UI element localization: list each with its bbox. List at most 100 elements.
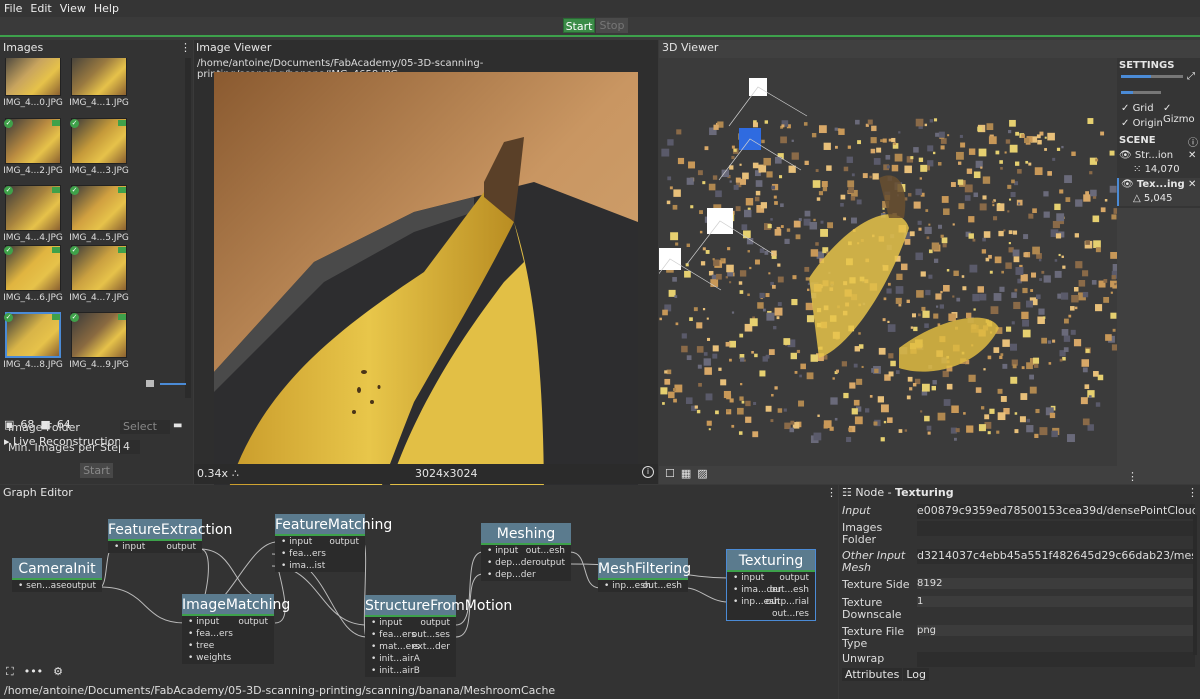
stop-button[interactable]: Stop [596, 18, 628, 33]
start-button[interactable]: Start [563, 18, 595, 33]
attributes-scrollbar[interactable] [1193, 515, 1197, 655]
port[interactable]: fea...ers [196, 629, 233, 639]
point-size-slider[interactable] [1121, 75, 1183, 78]
port[interactable]: tree [196, 641, 214, 651]
settings-gear-icon[interactable]: ⚙ [53, 665, 63, 679]
menu-edit[interactable]: Edit [26, 2, 55, 15]
port[interactable]: input [122, 542, 145, 552]
banana-photo[interactable] [214, 72, 638, 504]
thumbnail-size-slider[interactable] [146, 380, 188, 388]
attribute-value-field[interactable]: d3214037c4ebb45a551f482645d29c66dab23/me… [917, 549, 1195, 564]
port[interactable]: input [196, 617, 219, 627]
node-structurefrommotion[interactable]: StructureFromMotion • input output • fea.… [365, 595, 512, 677]
node-imagematching[interactable]: ImageMatching • input output • fea...ers … [182, 594, 290, 664]
port[interactable]: output [420, 617, 450, 629]
port[interactable]: output [535, 557, 565, 569]
scene-item-texturing-count: 5,045 [1143, 193, 1173, 204]
grid-toggle[interactable]: ✓ Grid [1121, 103, 1154, 114]
min-images-spinbox[interactable]: 4 [120, 440, 140, 454]
3d-menu-icon[interactable]: ⋮ [1127, 470, 1138, 483]
port[interactable]: dep...der [495, 570, 536, 580]
port[interactable]: init...airA [379, 654, 420, 664]
port[interactable]: output [166, 541, 196, 553]
port[interactable]: ext...der [412, 641, 450, 653]
scene-item-texturing[interactable]: 👁 Tex...ing △ 5,045 ✕ [1117, 178, 1200, 206]
attribute-value-field[interactable]: png [917, 625, 1195, 636]
tab-attributes[interactable]: Attributes [842, 668, 903, 681]
wireframe-mode-icon[interactable]: ▦ [681, 467, 691, 480]
info-icon[interactable]: i [642, 466, 654, 478]
port[interactable]: out...esh [643, 580, 682, 592]
scene-info-icon[interactable]: ⓘ [1188, 134, 1198, 149]
scene-item-sfm[interactable]: 👁 Str...ion [1119, 150, 1173, 161]
node-featurematching[interactable]: FeatureMatching • input output • fea...er… [275, 514, 392, 572]
thumbnail[interactable]: IMG_4...0.JPG [2, 58, 64, 116]
attribute-value-field[interactable] [917, 521, 1195, 536]
attribute-value-field[interactable] [917, 652, 1195, 667]
port[interactable]: out...esh [770, 584, 809, 596]
layout-icon[interactable]: ••• [24, 665, 43, 679]
port[interactable]: output [329, 536, 359, 548]
textured-mode-icon[interactable]: ▨ [697, 467, 707, 480]
port[interactable]: input [495, 546, 518, 556]
live-start-button[interactable]: Start [80, 463, 113, 478]
attribute-value-field[interactable]: e00879c9359ed78500153cea39d/densePointCl… [917, 504, 1195, 519]
port[interactable]: output [238, 616, 268, 628]
node-meshing[interactable]: Meshing • input out...esh • dep...der outp… [481, 523, 571, 581]
camera-scale-slider[interactable] [1121, 91, 1161, 94]
port[interactable]: input [289, 537, 312, 547]
3d-viewport[interactable] [659, 58, 1117, 466]
tab-log[interactable]: Log [903, 668, 929, 681]
node-meshfiltering[interactable]: MeshFiltering • inp...esh out...esh [598, 558, 691, 592]
port[interactable]: input [741, 573, 764, 583]
remove-texturing-icon[interactable]: ✕ [1188, 179, 1196, 190]
thumbnail[interactable]: ✓ IMG_4...7.JPG [68, 245, 130, 311]
thumbnail[interactable]: ✓ IMG_4...3.JPG [68, 118, 130, 184]
port[interactable]: init...airB [379, 666, 420, 676]
thumbnail[interactable]: ✓ IMG_4...8.JPG [2, 312, 64, 378]
fit-view-icon[interactable]: ⛶ [6, 665, 14, 679]
thumbnail[interactable]: IMG_4...1.JPG [68, 58, 130, 116]
port[interactable]: fea...ers [379, 630, 416, 640]
port[interactable]: dep...der [495, 558, 536, 568]
port[interactable]: out...esh [526, 545, 565, 557]
thumbnail[interactable]: ✓ IMG_4...9.JPG [68, 312, 130, 378]
thumbnails-scrollbar[interactable] [185, 58, 191, 398]
image-folder-input[interactable]: Select ... [120, 420, 170, 447]
port[interactable]: fea...ers [289, 549, 326, 559]
port[interactable]: output [779, 572, 809, 584]
node-panel-menu-icon[interactable]: ⋮ [1187, 486, 1198, 499]
node-texturing[interactable]: Texturing • input output • ima...der out..… [726, 549, 816, 621]
port[interactable]: out...ses [412, 629, 450, 641]
port[interactable]: outp...rial [766, 596, 809, 608]
attribute-value-field[interactable]: 1 [917, 596, 1195, 607]
fullscreen-icon[interactable]: ⤢ [1187, 71, 1195, 82]
remove-sfm-icon[interactable]: ✕ [1188, 150, 1196, 161]
port[interactable]: ima...ist [289, 561, 325, 571]
port[interactable]: sen...ase [26, 581, 66, 591]
thumbnail[interactable]: ✓ IMG_4...5.JPG [68, 185, 130, 251]
port[interactable]: output [66, 580, 96, 592]
port[interactable]: input [379, 618, 402, 628]
menu-file[interactable]: File [0, 2, 26, 15]
thumbnail[interactable]: ✓ IMG_4...4.JPG [2, 185, 64, 251]
settings-heading: SETTINGS [1119, 60, 1175, 71]
solid-mode-icon[interactable]: ☐ [665, 467, 675, 480]
port[interactable]: weights [196, 653, 231, 663]
menu-help[interactable]: Help [90, 2, 123, 15]
menu-view[interactable]: View [56, 2, 90, 15]
reconstructed-check-icon: ✓ [4, 246, 13, 255]
gizmo-toggle[interactable]: ✓ Gizmo [1163, 103, 1200, 125]
point-cloud-svg [659, 78, 1117, 444]
node-camerainit[interactable]: CameraInit • sen...ase output [12, 558, 102, 592]
graph-editor-panel: Graph Editor ⋮ CameraInit • sen...ase out… [0, 485, 838, 699]
folder-icon[interactable]: ▬ [173, 420, 182, 431]
thumbnail[interactable]: ✓ IMG_4...6.JPG [2, 245, 64, 311]
node-featureextraction[interactable]: FeatureExtraction • input output [108, 519, 232, 553]
attribute-value-field[interactable]: 8192 [917, 578, 1195, 589]
port[interactable]: out...res [772, 608, 809, 620]
images-menu-icon[interactable]: ⋮ [180, 40, 191, 56]
origin-toggle[interactable]: ✓ Origin [1121, 118, 1163, 129]
points-icon[interactable]: ∴ [232, 467, 239, 480]
thumbnail[interactable]: ✓ IMG_4...2.JPG [2, 118, 64, 184]
